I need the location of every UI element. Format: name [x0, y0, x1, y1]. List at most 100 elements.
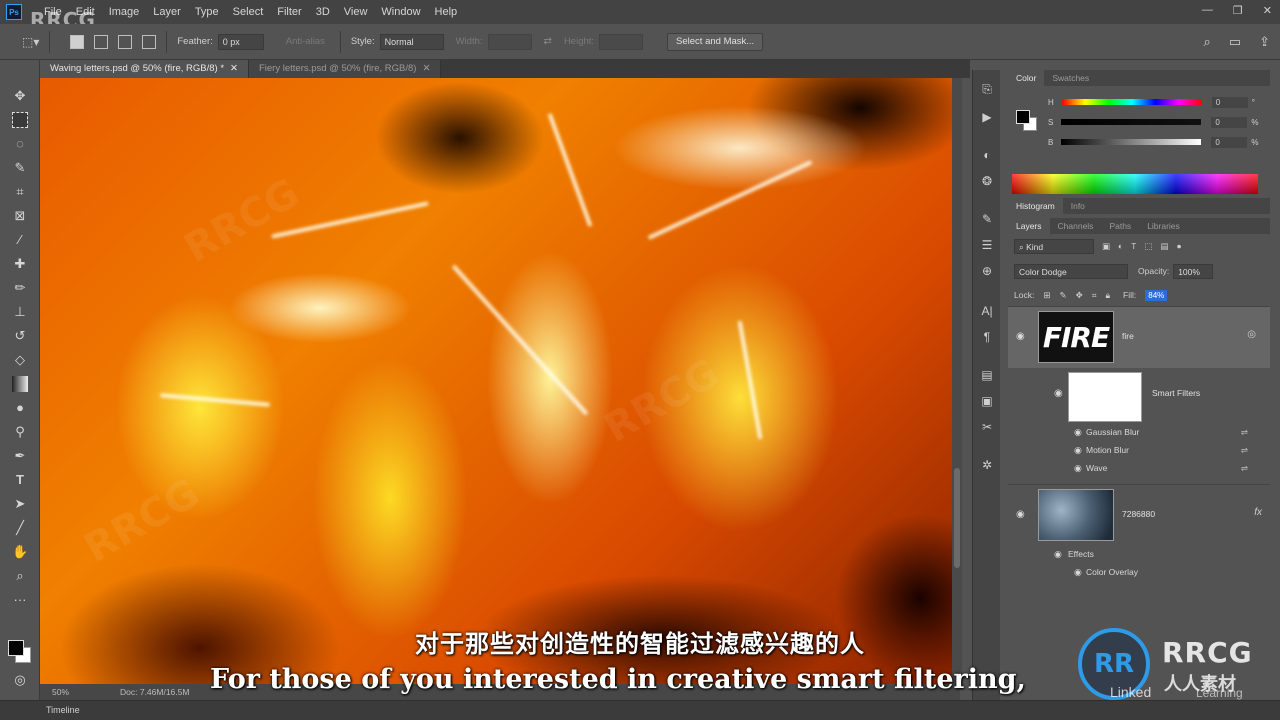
menu-window[interactable]: Window [381, 6, 420, 18]
tab-color[interactable]: Color [1008, 70, 1045, 86]
brush-settings-icon[interactable]: ✎ [980, 212, 994, 226]
filter-item[interactable]: ◉ Gaussian Blur ⇌ [1008, 424, 1270, 442]
visibility-eye-icon[interactable]: ◉ [1016, 331, 1025, 342]
crop-tool-icon[interactable]: ⌗ [12, 184, 28, 200]
zoom-tool-icon[interactable]: ⌕ [12, 568, 28, 584]
add-selection-icon[interactable] [94, 34, 109, 49]
subtract-selection-icon[interactable] [118, 34, 133, 49]
visibility-eye-icon[interactable]: ◉ [1074, 445, 1082, 456]
visibility-eye-icon[interactable]: ◉ [1074, 567, 1082, 578]
lock-all-icon[interactable]: 🔒︎ [1106, 290, 1111, 301]
saturation-slider[interactable] [1061, 119, 1202, 125]
foreground-color-chip[interactable] [1016, 110, 1030, 124]
swap-icon[interactable]: ⇄ [544, 36, 552, 47]
color-spectrum[interactable] [1012, 174, 1258, 194]
select-and-mask-button[interactable]: Select and Mask... [667, 32, 764, 51]
lasso-tool-icon[interactable]: ◌ [12, 136, 28, 152]
marquee-tool-preset-icon[interactable]: ⬚▾ [22, 35, 39, 49]
menu-view[interactable]: View [344, 6, 368, 18]
hand-tool-icon[interactable]: ✋ [12, 544, 28, 560]
tab-info[interactable]: Info [1063, 198, 1093, 214]
filter-adjustment-icon[interactable]: ◐ [1118, 241, 1123, 251]
filter-item[interactable]: ◉ Wave ⇌ [1008, 460, 1270, 478]
visibility-eye-icon[interactable]: ◉ [1016, 509, 1025, 520]
menu-type[interactable]: Type [195, 6, 219, 18]
effects-row[interactable]: ◉ Effects [1008, 546, 1270, 564]
properties-icon[interactable]: ☰ [980, 238, 994, 252]
blending-options-icon[interactable]: ⇌ [1241, 463, 1248, 474]
tab-histogram[interactable]: Histogram [1008, 198, 1063, 214]
notes-icon[interactable]: ▣ [980, 394, 994, 408]
lock-transparent-icon[interactable]: ⊞ [1043, 290, 1050, 301]
dodge-tool-icon[interactable]: ⚲ [12, 424, 28, 440]
filter-type-icon[interactable]: T [1131, 241, 1136, 251]
blending-options-icon[interactable]: ⇌ [1241, 445, 1248, 456]
adjustments-icon[interactable]: ◐ [980, 148, 994, 162]
smart-filter-options-icon[interactable]: ◎ [1247, 329, 1256, 340]
new-selection-icon[interactable] [70, 34, 85, 49]
close-tab-icon[interactable]: ✕ [230, 63, 238, 74]
history-brush-icon[interactable]: ↺ [12, 328, 28, 344]
filter-shape-icon[interactable]: ⬚ [1144, 241, 1152, 252]
tab-paths[interactable]: Paths [1101, 218, 1139, 234]
tab-layers[interactable]: Layers [1008, 218, 1050, 234]
brush-tool-icon[interactable]: ✏ [12, 280, 28, 296]
tool-presets-icon[interactable]: ✂ [980, 420, 994, 434]
line-tool-icon[interactable]: ╱ [12, 520, 28, 536]
lock-artboard-icon[interactable]: ⌗ [1092, 290, 1097, 301]
antialias-checkbox[interactable]: Anti-alias [286, 36, 325, 47]
tab-channels[interactable]: Channels [1050, 218, 1102, 234]
visibility-eye-icon[interactable]: ◉ [1054, 388, 1063, 399]
filter-toggle-icon[interactable]: ● [1176, 241, 1181, 251]
menu-select[interactable]: Select [233, 6, 264, 18]
menu-filter[interactable]: Filter [277, 6, 301, 18]
layer-7286880[interactable]: ◉ 7286880 fx [1008, 484, 1270, 546]
scrollbar-thumb[interactable] [954, 468, 960, 568]
style-select[interactable]: Normal [379, 33, 444, 50]
filter-pixel-icon[interactable]: ▣ [1102, 241, 1110, 252]
hue-slider[interactable] [1061, 99, 1202, 105]
quick-mask-icon[interactable]: ◎ [12, 672, 28, 688]
lock-pixels-icon[interactable]: ✎ [1059, 290, 1066, 301]
clone-stamp-icon[interactable]: ⊥ [12, 304, 28, 320]
visibility-eye-icon[interactable]: ◉ [1074, 427, 1082, 438]
visibility-eye-icon[interactable]: ◉ [1074, 463, 1082, 474]
saturation-value[interactable]: 0 [1211, 116, 1248, 128]
frame-tool-icon[interactable]: ⊠ [12, 208, 28, 224]
share-icon[interactable]: ⇪ [1259, 34, 1270, 50]
actions-icon[interactable]: ▶ [980, 110, 994, 124]
layer-comps-icon[interactable]: ▤ [980, 368, 994, 382]
vertical-scrollbar[interactable] [952, 78, 962, 684]
clone-source-icon[interactable]: ⊕ [980, 264, 994, 278]
menu-help[interactable]: Help [435, 6, 458, 18]
visibility-eye-icon[interactable]: ◉ [1054, 549, 1062, 560]
kind-filter-select[interactable]: ⌕ Kind [1014, 238, 1094, 254]
search-icon[interactable]: ⌕ [1204, 34, 1211, 50]
restore-icon[interactable]: ❐ [1233, 4, 1243, 17]
height-input[interactable] [599, 33, 644, 50]
paragraph-icon[interactable]: ¶ [980, 330, 994, 344]
quick-select-tool-icon[interactable]: ✎ [12, 160, 28, 176]
timeline-panel[interactable]: Timeline [0, 700, 1280, 720]
tab-swatches[interactable]: Swatches [1044, 70, 1097, 86]
styles-icon[interactable]: ❂ [980, 174, 994, 188]
opacity-input[interactable]: 100% [1173, 263, 1214, 279]
filter-smart-object-icon[interactable]: ▤ [1160, 241, 1168, 252]
menu-layer[interactable]: Layer [153, 6, 181, 18]
tab-waving-letters[interactable]: Waving letters.psd @ 50% (fire, RGB/8) *… [40, 60, 249, 78]
pen-tool-icon[interactable]: ✒ [12, 448, 28, 464]
effect-item[interactable]: ◉ Color Overlay [1008, 564, 1270, 582]
blur-tool-icon[interactable]: ● [12, 400, 28, 416]
marquee-tool-icon[interactable] [12, 112, 28, 128]
tab-fiery-letters[interactable]: Fiery letters.psd @ 50% (fire, RGB/8) ✕ [248, 60, 442, 78]
character-icon[interactable]: A| [980, 304, 994, 318]
3d-panel-icon[interactable]: ✲ [980, 458, 994, 472]
eraser-tool-icon[interactable]: ◇ [12, 352, 28, 368]
feather-input[interactable]: 0 px [217, 33, 264, 50]
workspace-icon[interactable]: ▭ [1229, 34, 1241, 50]
layer-fire[interactable]: ◉ FIRE fire ◎ [1008, 306, 1270, 368]
move-tool-icon[interactable]: ✥ [12, 88, 28, 104]
hue-value[interactable]: 0 [1211, 96, 1248, 108]
close-tab-icon[interactable]: ✕ [422, 63, 430, 74]
fill-input[interactable]: 84% [1145, 289, 1168, 301]
